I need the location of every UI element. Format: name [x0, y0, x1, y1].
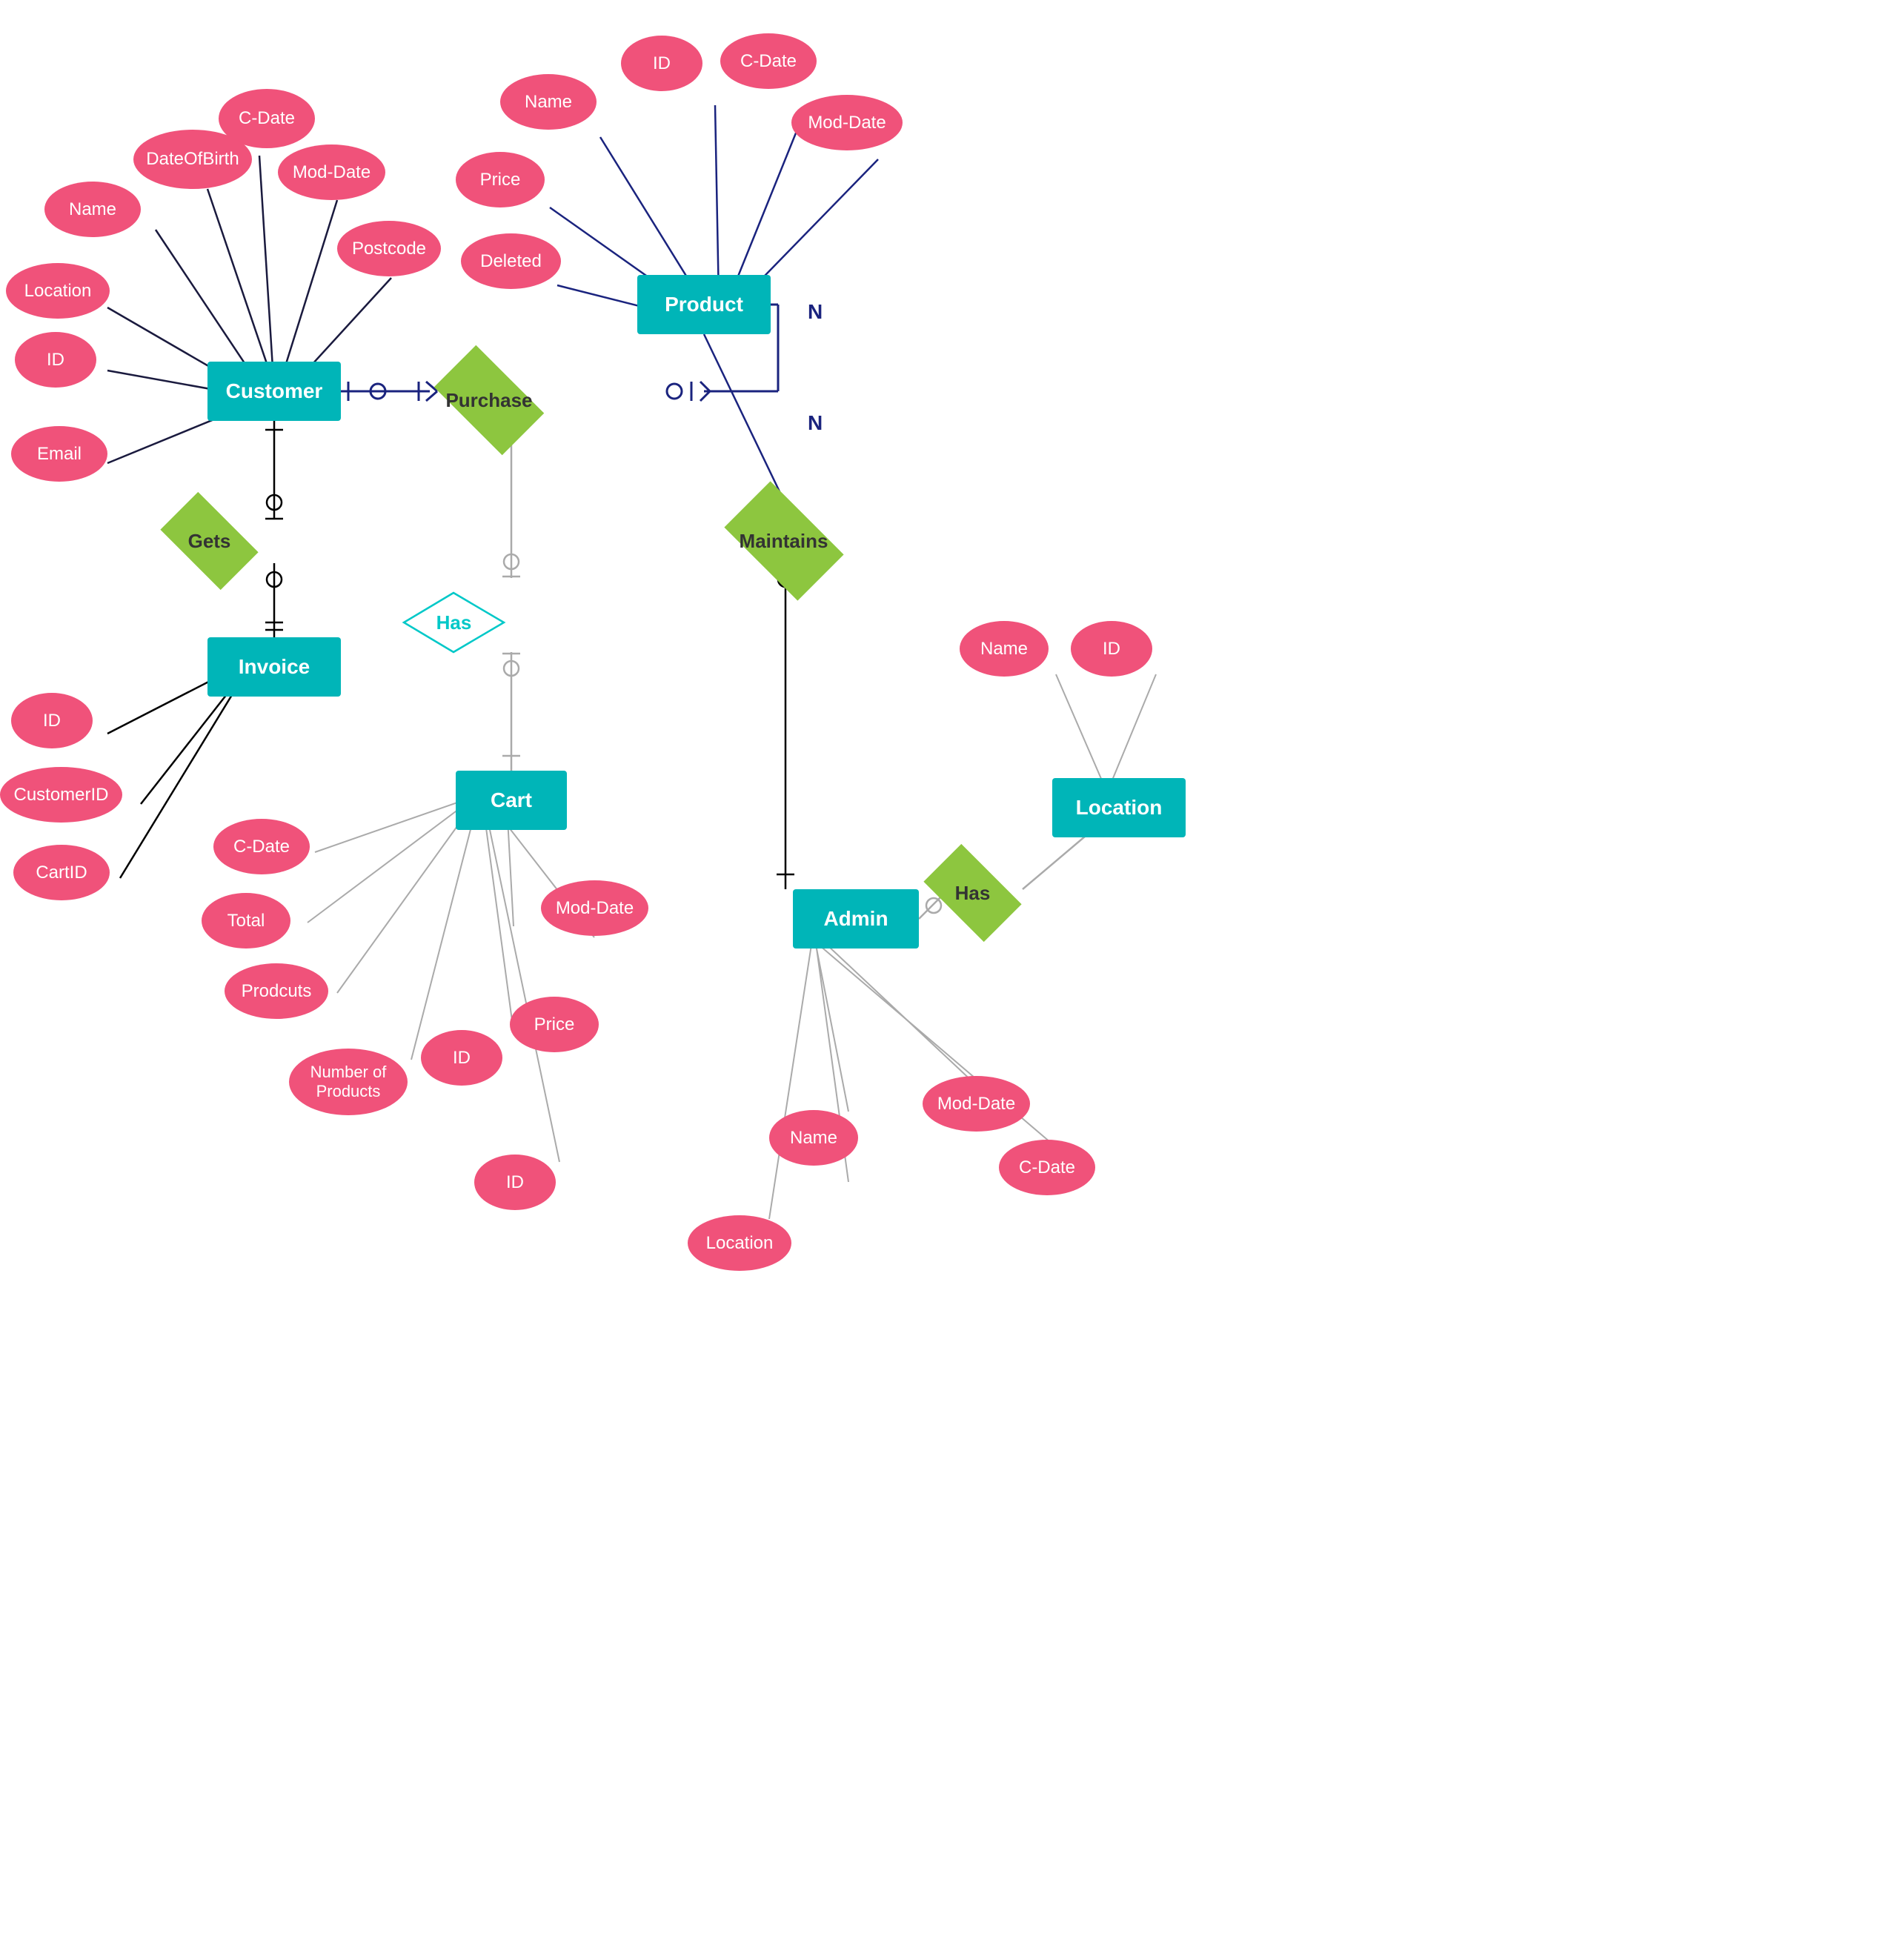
attr-admin-location: Location [688, 1215, 791, 1271]
attr-cart-moddate: Mod-Date [541, 880, 648, 936]
attr-cart-id2: ID [474, 1155, 556, 1210]
attr-cust-dateofbirth: DateOfBirth [133, 130, 252, 189]
attr-cart-id: ID [421, 1030, 502, 1086]
attr-inv-customerid: CustomerID [0, 767, 122, 823]
attr-inv-cartid: CartID [13, 845, 110, 900]
attr-cart-numproducts: Number of Products [289, 1049, 408, 1115]
attr-prod-deleted: Deleted [461, 233, 561, 289]
attr-cust-email: Email [11, 426, 107, 482]
customer-entity: Customer [207, 362, 341, 421]
attr-prod-moddate: Mod-Date [791, 95, 903, 150]
svg-text:N: N [808, 300, 823, 323]
invoice-entity: Invoice [207, 637, 341, 697]
maintains-relationship: Maintains [719, 504, 848, 578]
attr-cart-total: Total [202, 893, 290, 949]
attr-cart-price: Price [510, 997, 599, 1052]
attr-cart-products: Prodcuts [225, 963, 328, 1019]
attr-cust-name: Name [44, 182, 141, 237]
attr-inv-id: ID [11, 693, 93, 748]
attr-cust-postcode: Postcode [337, 221, 441, 276]
attr-cust-id: ID [15, 332, 96, 388]
has-location-relationship: Has [919, 860, 1026, 926]
attr-admin-name: Name [769, 1110, 858, 1166]
attr-loc-id: ID [1071, 621, 1152, 677]
attr-admin-moddate: Mod-Date [923, 1076, 1030, 1132]
attr-cust-moddate: Mod-Date [278, 144, 385, 200]
product-entity: Product [637, 275, 771, 334]
purchase-relationship: Purchase [430, 363, 548, 437]
attr-prod-price: Price [456, 152, 545, 207]
attr-admin-cdate: C-Date [999, 1140, 1095, 1195]
attr-loc-name: Name [960, 621, 1049, 677]
attr-cart-cdate: C-Date [213, 819, 310, 874]
attr-prod-id: ID [621, 36, 702, 91]
has-cart-relationship: Has [400, 589, 508, 656]
gets-relationship: Gets [156, 508, 263, 574]
attr-prod-name: Name [500, 74, 597, 130]
svg-text:N: N [808, 411, 823, 434]
attr-prod-cdate: C-Date [720, 33, 817, 89]
attr-cust-location: Location [6, 263, 110, 319]
